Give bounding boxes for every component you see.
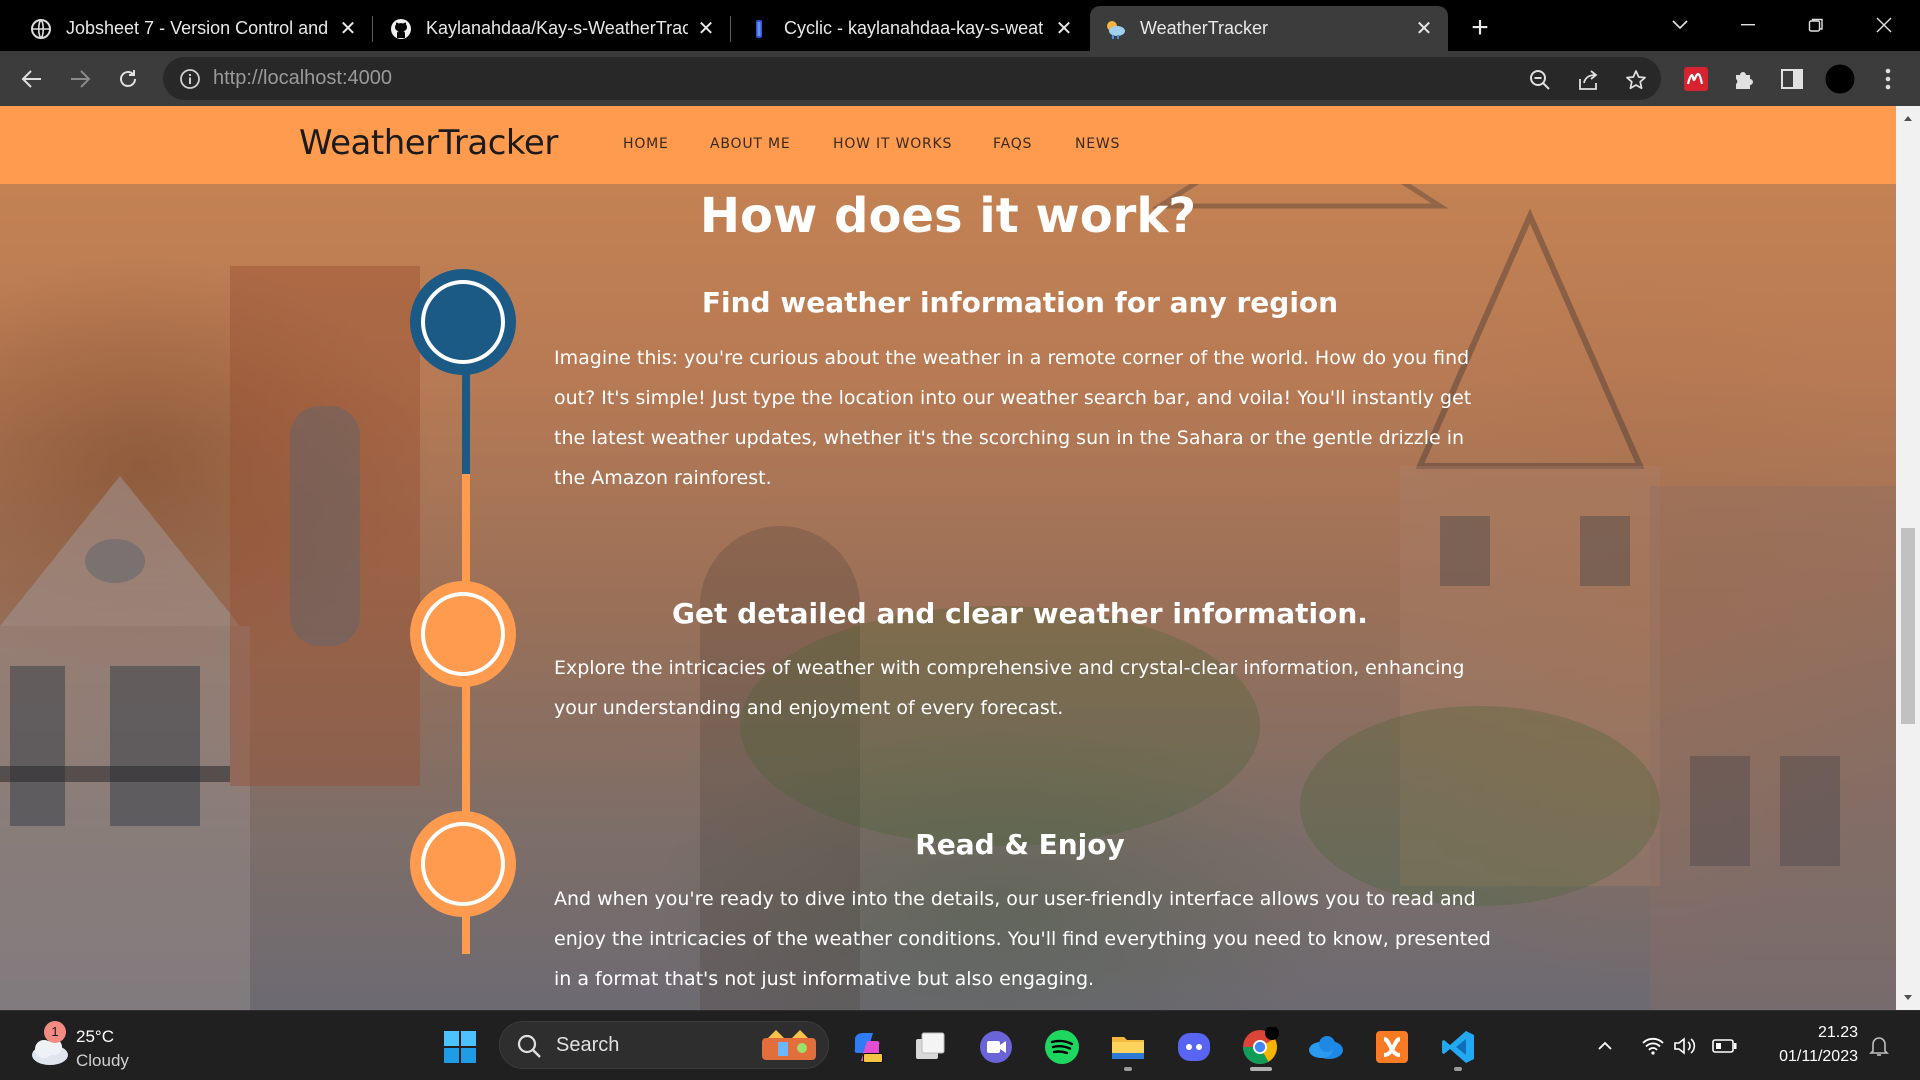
search-label: Search <box>556 1034 620 1056</box>
tab-search-icon[interactable] <box>1660 8 1700 42</box>
weather-widget[interactable]: 1 25°C Cloudy <box>24 1021 154 1071</box>
github-icon <box>390 18 412 40</box>
timeline-step-1-marker <box>410 269 516 375</box>
close-window-icon[interactable] <box>1864 8 1904 42</box>
page-viewport: WeatherTracker HOME ABOUT ME HOW IT WORK… <box>0 106 1920 1010</box>
tab-title: Kaylanahdaa/Kay-s-WeatherTrac <box>426 18 688 38</box>
volume-icon[interactable] <box>1672 1033 1698 1059</box>
step-3-title: Read & Enjoy <box>915 828 1125 861</box>
reload-icon[interactable] <box>110 61 146 97</box>
tab-separator <box>372 16 373 42</box>
windows-start-icon[interactable] <box>438 1025 482 1069</box>
close-icon[interactable]: ✕ <box>1414 18 1434 40</box>
system-clock[interactable]: 21.23 01/11/2023 <box>1740 1021 1858 1069</box>
url-text: http://localhost:4000 <box>213 67 392 90</box>
cyclic-icon <box>748 18 770 40</box>
scroll-down-icon[interactable] <box>1896 988 1920 1008</box>
timeline-step-ring <box>421 822 505 906</box>
file-explorer-icon[interactable] <box>1106 1025 1150 1069</box>
teams-meet-icon[interactable] <box>974 1025 1018 1069</box>
search-icon <box>517 1034 541 1058</box>
nav-about-link[interactable]: ABOUT ME <box>710 136 791 152</box>
nav-how-it-works-link[interactable]: HOW IT WORKS <box>833 136 952 152</box>
back-icon[interactable] <box>14 61 50 97</box>
timeline-step-2-marker <box>410 581 516 687</box>
site-header: WeatherTracker HOME ABOUT ME HOW IT WORK… <box>0 106 1896 184</box>
running-indicator <box>1124 1067 1132 1071</box>
close-icon[interactable]: ✕ <box>338 18 358 40</box>
tab-github[interactable]: Kaylanahdaa/Kay-s-WeatherTrac ✕ <box>376 6 730 51</box>
taskbar: 1 25°C Cloudy Search 21.23 01/11/2023 <box>0 1010 1920 1080</box>
new-tab-button[interactable]: + <box>1462 10 1498 46</box>
globe-icon <box>30 18 52 40</box>
weather-icon <box>1104 18 1126 40</box>
notification-bell-icon[interactable] <box>1866 1033 1892 1059</box>
vscode-icon[interactable] <box>1436 1025 1480 1069</box>
extension-mendeley-icon[interactable] <box>1680 63 1712 95</box>
clock-date: 01/11/2023 <box>1779 1048 1858 1065</box>
task-view-icon[interactable] <box>908 1025 952 1069</box>
tab-title: WeatherTracker <box>1140 18 1269 38</box>
step-2-body: Explore the intricacies of weather with … <box>554 657 1465 719</box>
close-icon[interactable]: ✕ <box>696 18 716 40</box>
scroll-thumb[interactable] <box>1901 528 1915 724</box>
nav-home-link[interactable]: HOME <box>623 136 669 152</box>
taskbar-search[interactable]: Search <box>499 1021 829 1069</box>
url-port: :4000 <box>341 67 393 89</box>
close-icon[interactable]: ✕ <box>1054 18 1074 40</box>
clock-time: 21.23 <box>1817 1024 1858 1041</box>
section-title: How does it work? <box>699 188 1197 244</box>
nav-faqs-link[interactable]: FAQS <box>993 136 1032 152</box>
running-indicator <box>1454 1067 1462 1071</box>
active-indicator <box>1250 1067 1272 1071</box>
timeline-step-3-marker <box>410 811 516 917</box>
tab-separator <box>730 16 731 42</box>
step-1-body: Imagine this: you're curious about the w… <box>554 347 1472 489</box>
page-scrollbar[interactable] <box>1896 106 1920 1010</box>
minimize-icon[interactable] <box>1728 8 1768 42</box>
weather-condition: Cloudy <box>76 1051 129 1070</box>
xampp-icon[interactable] <box>1370 1025 1414 1069</box>
weather-temperature: 25°C <box>76 1027 114 1046</box>
tab-cyclic[interactable]: Cyclic - kaylanahdaa-kay-s-weat ✕ <box>734 6 1088 51</box>
site-brand-logo[interactable]: WeatherTracker <box>299 123 558 163</box>
menu-kebab-icon[interactable] <box>1872 63 1904 95</box>
extensions-puzzle-icon[interactable] <box>1728 63 1760 95</box>
timeline-step-ring <box>421 592 505 676</box>
browser-toolbar: http://localhost:4000 <box>0 51 1920 106</box>
forward-icon[interactable] <box>62 61 98 97</box>
nav-news-link[interactable]: NEWS <box>1075 136 1120 152</box>
profile-avatar[interactable] <box>1824 63 1856 95</box>
step-1-title: Find weather information for any region <box>701 286 1339 319</box>
bookmark-star-icon[interactable] <box>1623 67 1649 93</box>
notification-badge: 1 <box>44 1021 66 1043</box>
tab-title: Cyclic - kaylanahdaa-kay-s-weat <box>784 18 1044 38</box>
side-panel-icon[interactable] <box>1776 63 1808 95</box>
info-icon[interactable] <box>179 68 201 90</box>
timeline-step-ring <box>421 280 505 364</box>
browser-tab-bar: Jobsheet 7 - Version Control and ✕ Kayla… <box>0 0 1920 51</box>
share-icon[interactable] <box>1575 67 1601 93</box>
restore-icon[interactable] <box>1796 8 1836 42</box>
wifi-icon[interactable] <box>1640 1033 1666 1059</box>
step-3-body: And when you're ready to dive into the d… <box>554 888 1491 990</box>
tab-weathertracker[interactable]: WeatherTracker ✕ <box>1090 6 1448 51</box>
url-host: http://localhost <box>213 67 342 89</box>
zoom-icon[interactable] <box>1527 67 1553 93</box>
copilot-icon[interactable] <box>845 1025 889 1069</box>
search-highlight-icon <box>762 1030 816 1060</box>
step-2-title: Get detailed and clear weather informati… <box>672 597 1368 630</box>
spotify-icon[interactable] <box>1040 1025 1084 1069</box>
chrome-icon[interactable] <box>1238 1025 1282 1069</box>
battery-icon[interactable] <box>1712 1033 1738 1059</box>
tab-jobsheet[interactable]: Jobsheet 7 - Version Control and ✕ <box>16 6 372 51</box>
address-bar[interactable]: http://localhost:4000 <box>163 57 1661 100</box>
onedrive-icon[interactable] <box>1304 1025 1348 1069</box>
scroll-up-icon[interactable] <box>1896 108 1920 128</box>
tab-title: Jobsheet 7 - Version Control and <box>66 18 329 38</box>
discord-icon[interactable] <box>1172 1025 1216 1069</box>
tray-overflow-chevron-icon[interactable] <box>1592 1033 1618 1059</box>
